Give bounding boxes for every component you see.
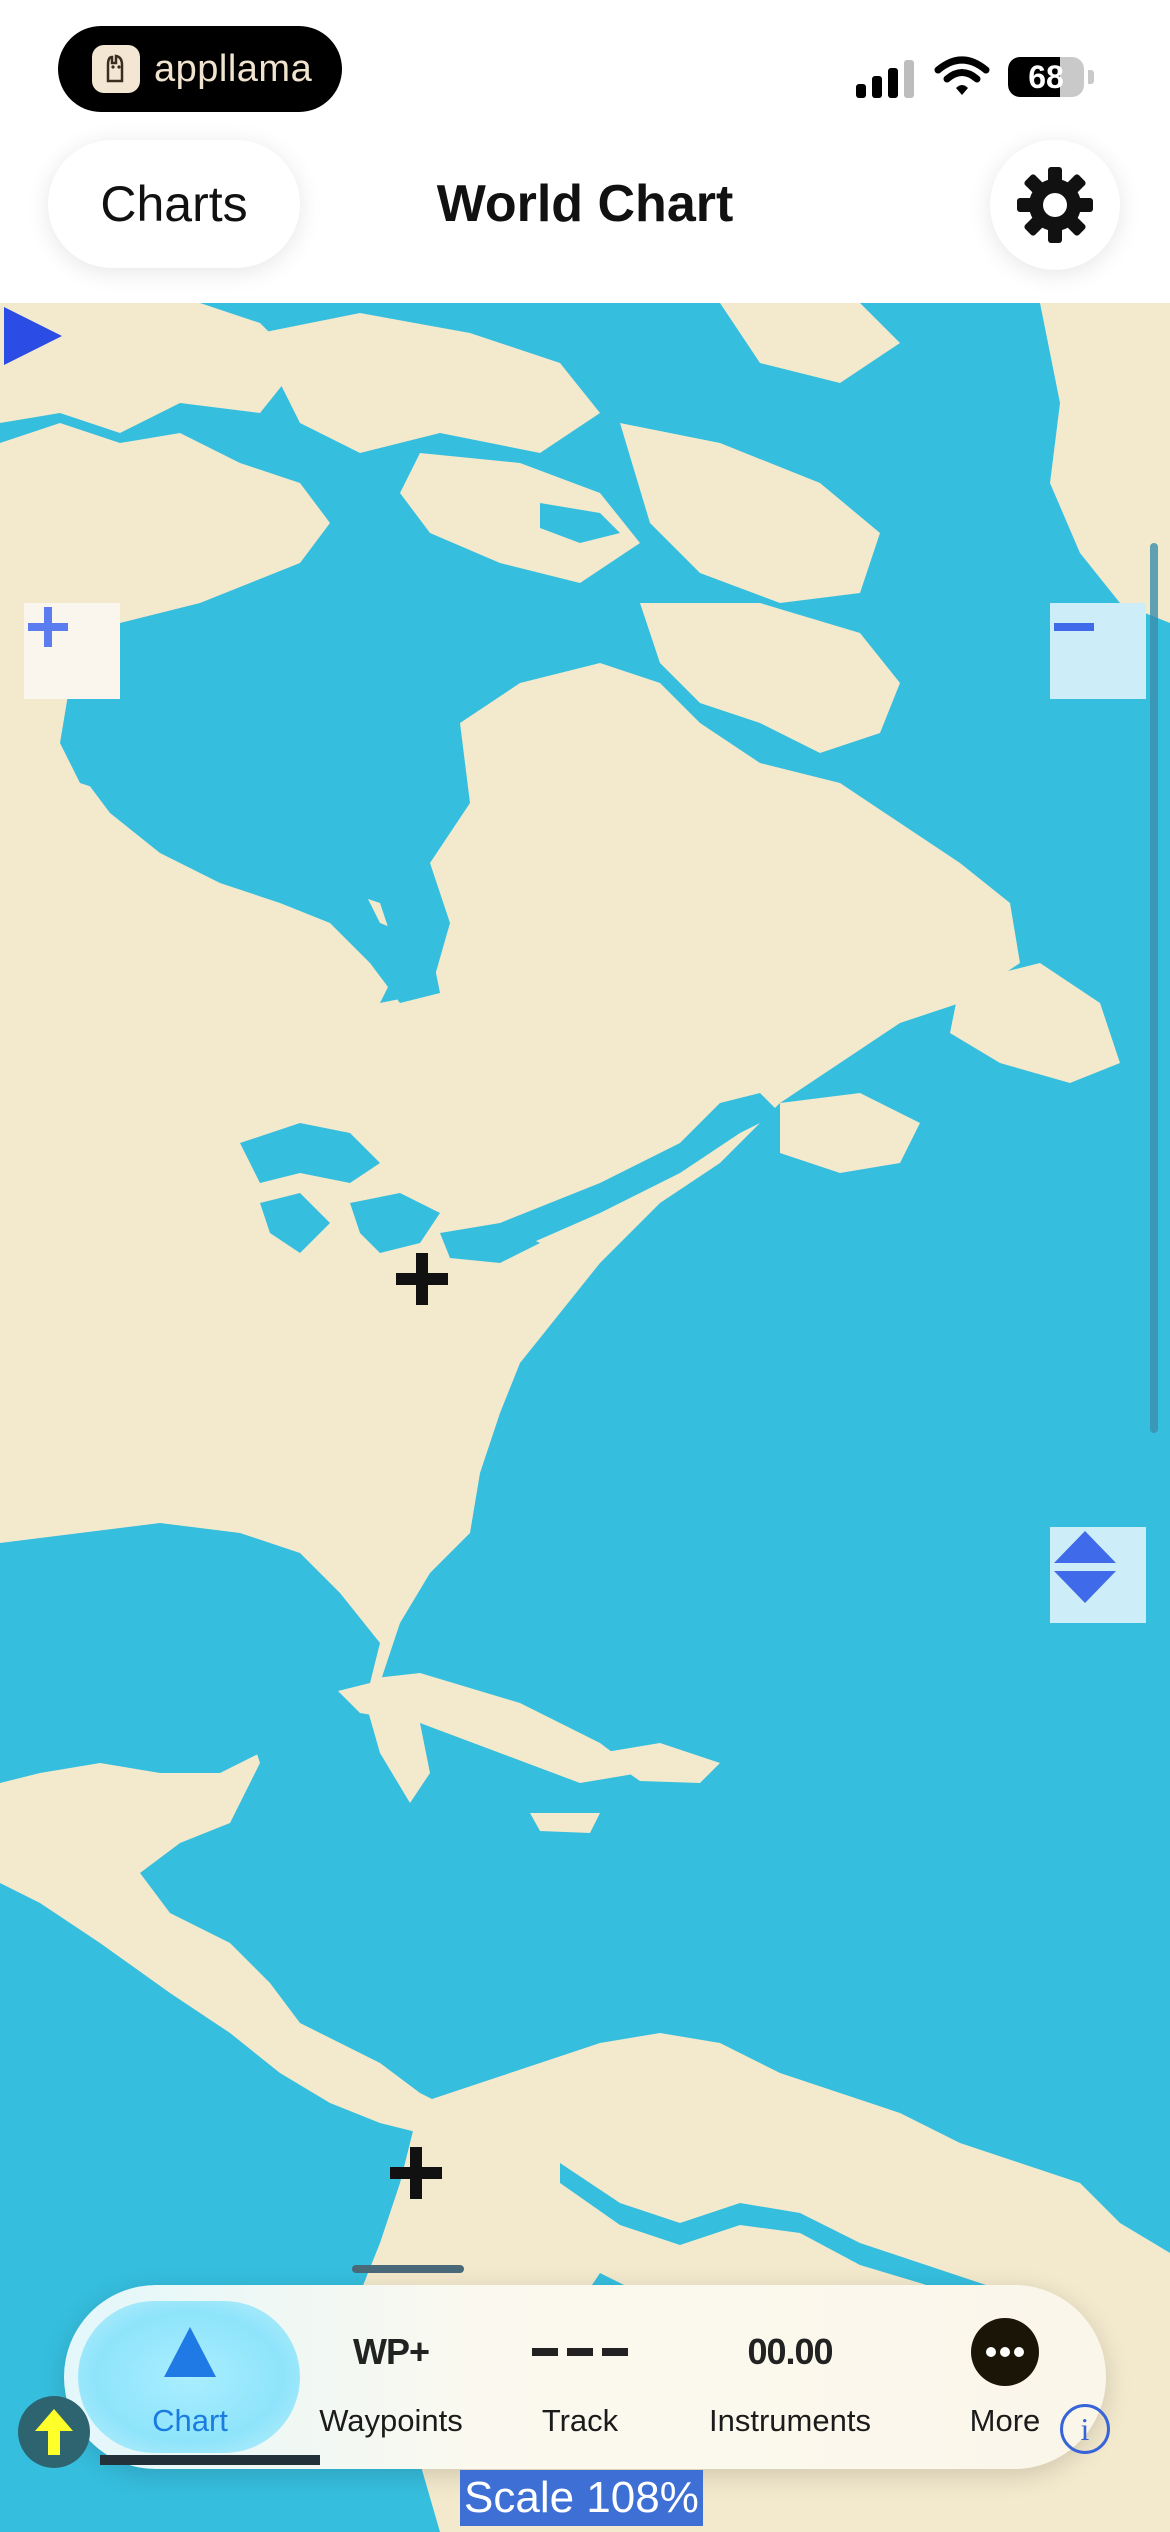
app-badge[interactable]: appllama	[58, 26, 342, 112]
map-scrollbar[interactable]	[1150, 543, 1158, 1433]
tab-label: Waypoints	[319, 2403, 463, 2438]
tab-label: More	[969, 2403, 1041, 2438]
tab-label: Chart	[152, 2403, 228, 2438]
status-bar: appllama 68	[0, 0, 1170, 140]
vertical-size-button[interactable]	[1050, 1527, 1146, 1623]
charts-back-button[interactable]: Charts	[48, 140, 300, 268]
sheet-grabber[interactable]	[352, 2265, 464, 2273]
llama-logo-icon	[92, 45, 140, 93]
nav-bar: Charts World Chart	[0, 140, 1170, 303]
tab-chart[interactable]: Chart	[104, 2285, 276, 2469]
scale-label: Scale 108%	[460, 2470, 703, 2526]
minus-icon	[1054, 623, 1094, 631]
cell-signal-icon	[856, 58, 914, 98]
zoom-out-button[interactable]	[1050, 603, 1146, 699]
map-land	[0, 303, 1170, 2532]
crosshair-icon	[390, 2147, 442, 2199]
ellipsis-icon	[971, 2318, 1039, 2386]
tab-track[interactable]: Track	[500, 2285, 660, 2469]
battery-level: 68	[1028, 59, 1064, 95]
wifi-icon	[934, 56, 990, 95]
chart-map[interactable]	[0, 303, 1170, 2532]
page-title: World Chart	[436, 175, 734, 233]
tab-instruments[interactable]: 00.00 Instruments	[672, 2285, 908, 2469]
zoom-in-button[interactable]	[24, 603, 120, 699]
play-icon[interactable]	[0, 303, 66, 369]
north-arrow-icon	[35, 2409, 73, 2455]
north-up-button[interactable]	[18, 2396, 90, 2468]
tab-label: Track	[541, 2403, 619, 2438]
triangle-icon	[164, 2327, 216, 2377]
settings-button[interactable]	[990, 140, 1120, 270]
tab-bar: Chart WP+ Waypoints Track 00.00 Instrume…	[64, 2285, 1106, 2469]
dashed-line-icon	[532, 2348, 628, 2356]
app-badge-label: appllama	[154, 47, 313, 90]
up-down-arrows-icon	[1054, 1531, 1116, 1603]
waypoint-add-icon: WP+	[352, 2331, 430, 2372]
instruments-icon: 00.00	[747, 2331, 833, 2372]
info-button[interactable]: i	[1060, 2404, 1110, 2454]
tab-waypoints[interactable]: WP+ Waypoints	[296, 2285, 486, 2469]
plus-icon	[28, 607, 68, 647]
gear-icon	[1017, 167, 1093, 243]
crosshair-icon	[396, 1253, 448, 1305]
scale-bar	[100, 2455, 320, 2465]
tab-label: Instruments	[709, 2403, 871, 2438]
battery-icon: 68	[1008, 57, 1094, 97]
